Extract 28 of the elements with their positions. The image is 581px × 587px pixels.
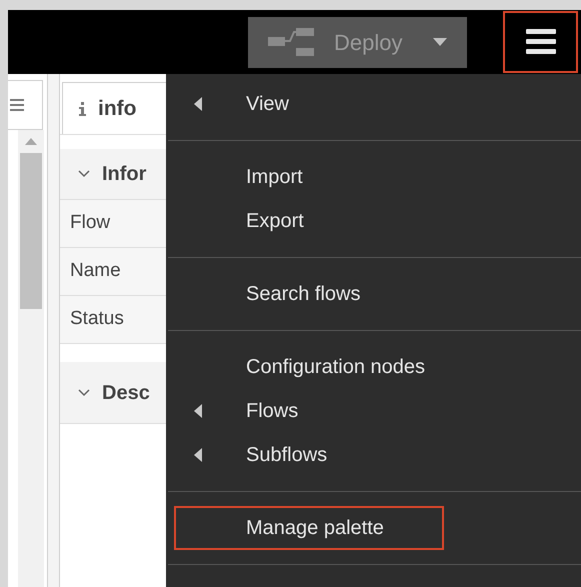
chevron-icon xyxy=(78,170,90,178)
scroll-up-icon[interactable] xyxy=(25,138,37,145)
dropdown-caret-icon xyxy=(433,38,447,46)
property-label: Name xyxy=(60,248,166,296)
caret-left-icon xyxy=(194,448,202,462)
caret-left-icon xyxy=(194,97,202,111)
menu-item[interactable]: Manage palette xyxy=(174,506,444,550)
scrollbar[interactable] xyxy=(18,130,44,587)
menu-button[interactable] xyxy=(503,11,578,73)
menu-item[interactable]: Search flows xyxy=(174,272,444,316)
menu-item[interactable]: Flows xyxy=(174,389,444,433)
chevron-icon xyxy=(78,388,90,396)
caret-left-icon xyxy=(194,404,202,418)
property-label: Status xyxy=(60,296,166,344)
info-icon xyxy=(79,102,86,116)
menu-item[interactable]: Configuration nodes xyxy=(174,345,444,389)
section-header[interactable]: Desc xyxy=(60,362,166,424)
list-icon[interactable] xyxy=(10,98,24,112)
property-label: Flow xyxy=(60,200,166,248)
menu-item[interactable]: Export xyxy=(174,199,444,243)
menu-item[interactable]: View xyxy=(174,82,444,126)
menu-icon xyxy=(526,29,556,55)
info-tab[interactable]: info xyxy=(62,82,166,134)
menu-item[interactable]: Import xyxy=(174,155,444,199)
section-header[interactable]: Infor xyxy=(60,149,166,200)
flow-icon xyxy=(268,28,314,56)
splitter-bar[interactable] xyxy=(48,74,60,587)
menu-item[interactable]: Subflows xyxy=(174,433,444,477)
